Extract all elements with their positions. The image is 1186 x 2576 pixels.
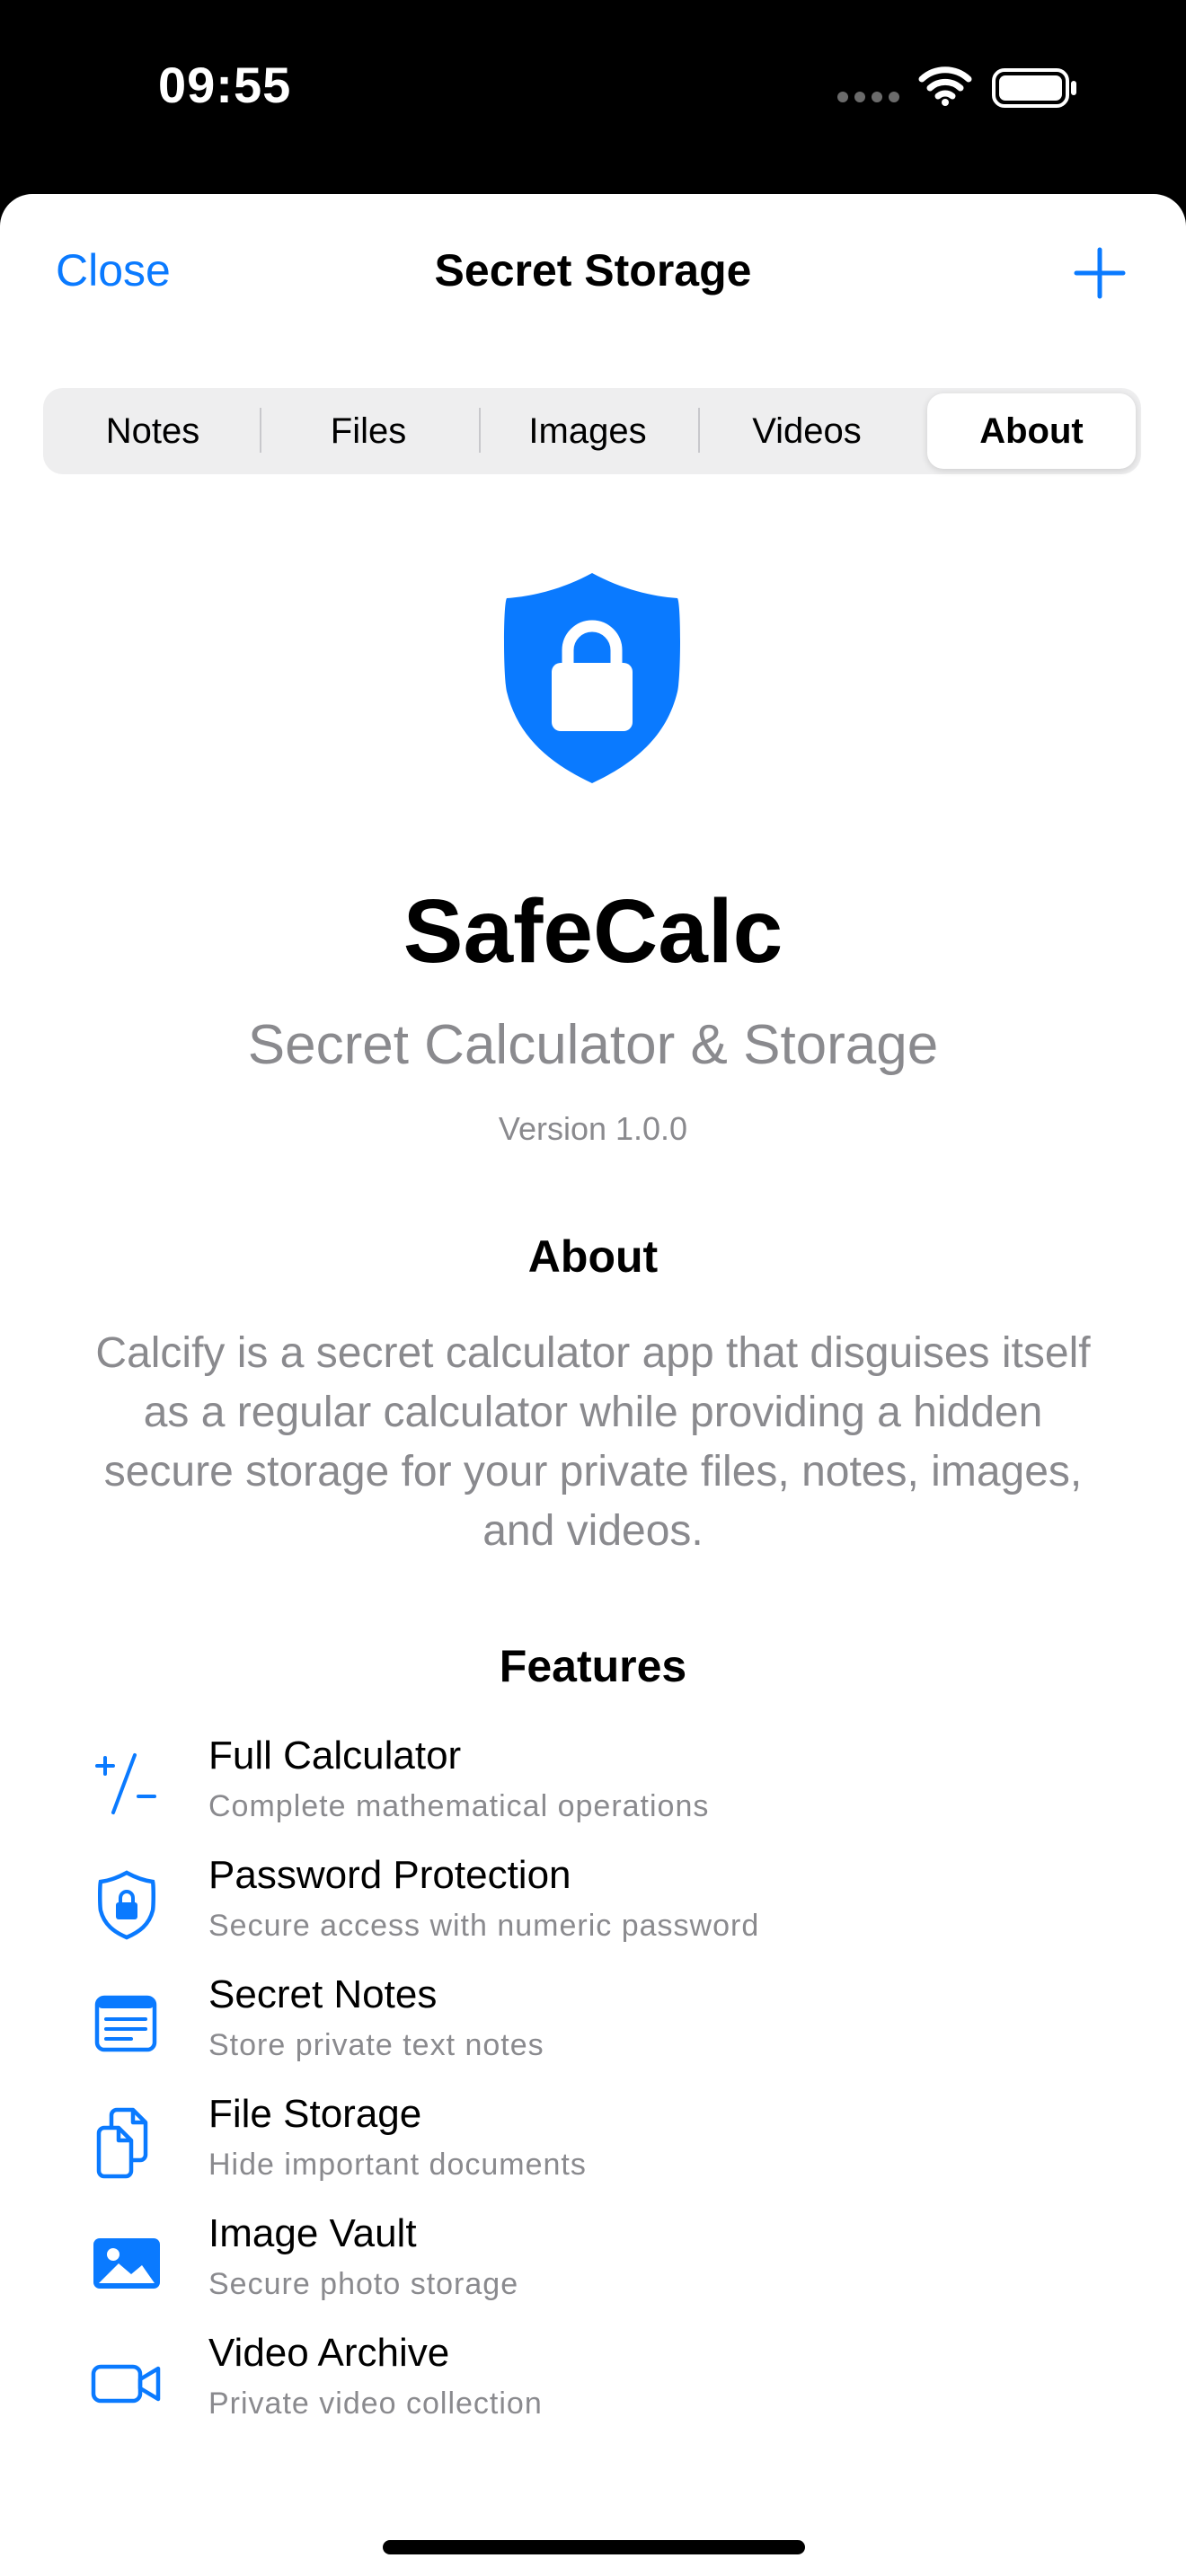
feature-title: Secret Notes: [208, 1972, 438, 2016]
secret-storage-sheet: Close Secret Storage Notes Files Images …: [0, 194, 1186, 2576]
feature-description: Hide important documents: [208, 2148, 587, 2182]
signal-dots-icon: [837, 92, 900, 102]
segment-divider: [260, 408, 261, 453]
status-bar: 09:55: [0, 0, 1186, 194]
page-title: Secret Storage: [434, 245, 752, 296]
lock-shield-icon: [98, 1870, 155, 1940]
tab-notes[interactable]: Notes: [47, 393, 259, 469]
feature-item: Full Calculator Complete mathematical op…: [0, 1734, 1186, 1841]
about-description: Calcify is a secret calculator app that …: [95, 1329, 1091, 1555]
tab-files[interactable]: Files: [262, 393, 474, 469]
segment-divider: [698, 408, 700, 453]
feature-description: Secure photo storage: [208, 2267, 519, 2301]
feature-description: Secure access with numeric password: [208, 1909, 760, 1943]
tab-videos[interactable]: Videos: [701, 393, 913, 469]
feature-item: Password Protection Secure access with n…: [0, 1853, 1186, 1961]
app-name: SafeCalc: [403, 881, 783, 982]
feature-description: Private video collection: [208, 2386, 543, 2421]
home-indicator: [383, 2540, 805, 2554]
feature-description: Store private text notes: [208, 2028, 544, 2062]
plus-minus-icon: [95, 1753, 156, 1814]
app-subtitle: Secret Calculator & Storage: [247, 1014, 939, 1076]
feature-description: Complete mathematical operations: [208, 1789, 710, 1823]
status-time: 09:55: [158, 57, 292, 113]
tab-about[interactable]: About: [927, 393, 1136, 469]
feature-title: Password Protection: [208, 1853, 571, 1897]
photo-icon: [93, 2238, 160, 2289]
note-text-icon: [94, 1995, 157, 2052]
wifi-icon: [918, 66, 972, 106]
battery-icon: [992, 68, 1076, 108]
segment-divider: [479, 408, 481, 453]
tab-images[interactable]: Images: [482, 393, 694, 469]
feature-title: File Storage: [208, 2092, 422, 2136]
plus-icon[interactable]: [1071, 244, 1128, 302]
about-heading: About: [527, 1231, 659, 1282]
feature-item: Image Vault Secure photo storage: [0, 2211, 1186, 2319]
feature-item: Video Archive Private video collection: [0, 2331, 1186, 2439]
documents-icon: [96, 2107, 148, 2179]
video-camera-icon: [91, 2364, 161, 2404]
tab-segmented-control: Notes Files Images Videos About: [43, 388, 1141, 474]
feature-item: Secret Notes Store private text notes: [0, 1972, 1186, 2080]
app-version: Version 1.0.0: [498, 1110, 688, 1147]
feature-title: Video Archive: [208, 2331, 450, 2375]
feature-title: Image Vault: [208, 2211, 417, 2255]
shield-lock-icon: [504, 573, 680, 783]
features-heading: Features: [499, 1641, 687, 1691]
feature-item: File Storage Hide important documents: [0, 2092, 1186, 2200]
feature-title: Full Calculator: [208, 1734, 462, 1778]
